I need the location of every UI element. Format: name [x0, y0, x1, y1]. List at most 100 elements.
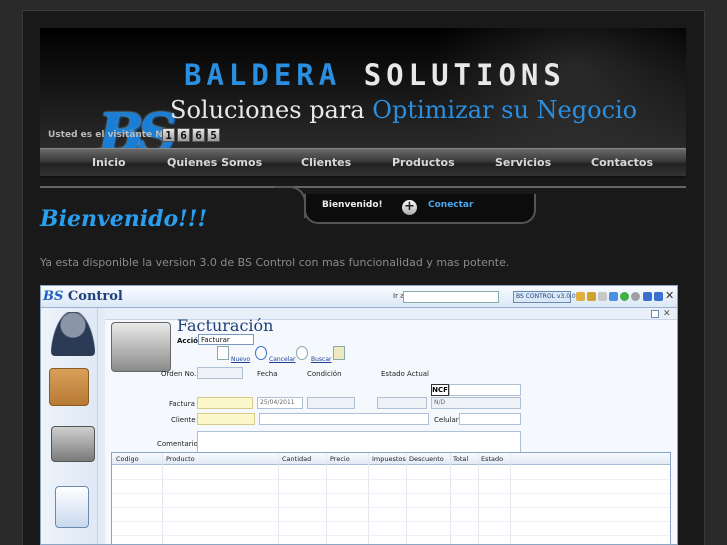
- visitor-label: Usted es el visitante No.: [48, 130, 173, 140]
- cliente-code-field[interactable]: [197, 413, 255, 425]
- counter-digit: 6: [177, 128, 190, 142]
- fecha-field[interactable]: 25/04/2011: [257, 397, 303, 409]
- connect-link[interactable]: Conectar: [428, 200, 473, 210]
- divider: [40, 186, 686, 188]
- visitor-counter: 1 6 6 5: [162, 128, 220, 142]
- help-icon[interactable]: [609, 292, 618, 301]
- tagline: Soluciones para Optimizar su Negocio: [170, 96, 637, 124]
- grid-column-line: [278, 453, 279, 544]
- grid-row-line: [112, 507, 670, 508]
- column-header: Estado: [481, 455, 504, 463]
- nav-item-clientes[interactable]: Clientes: [301, 149, 351, 177]
- welcome-label: Bienvenido!: [322, 200, 383, 210]
- column-header: Precio: [330, 455, 350, 463]
- fecha-label: Fecha: [257, 370, 278, 378]
- intro-text: Ya esta disponible la version 3.0 de BS …: [40, 256, 510, 269]
- condicion-label: Condición: [307, 370, 342, 378]
- nav-item-productos[interactable]: Productos: [392, 149, 455, 177]
- app-logo-bs: BS: [43, 289, 64, 304]
- accion-select[interactable]: Facturar: [198, 334, 254, 345]
- page-heading: Bienvenido!!!: [40, 206, 208, 232]
- comentario-label: Comentario: [157, 440, 198, 448]
- main-nav: Inicio Quienes Somos Clientes Productos …: [40, 148, 686, 178]
- tagline-part1: Soluciones para: [170, 96, 365, 124]
- condicion-select[interactable]: [307, 397, 355, 409]
- new-button[interactable]: Nuevo: [231, 356, 250, 363]
- plus-icon[interactable]: +: [402, 200, 417, 215]
- grid-row-line: [112, 535, 670, 536]
- grid-header: Codigo Producto Cantidad Precio Impuesto…: [112, 453, 670, 465]
- lock-icon[interactable]: [576, 292, 585, 301]
- column-header: Codigo: [116, 455, 139, 463]
- grid-row-line: [112, 479, 670, 480]
- search-button[interactable]: Buscar: [311, 356, 332, 363]
- user-icon[interactable]: [598, 292, 607, 301]
- grid-column-line: [510, 453, 511, 544]
- ncf-label: NCF: [431, 384, 449, 396]
- grid-row-line: [112, 521, 670, 522]
- lock-icon[interactable]: [587, 292, 596, 301]
- factura-label: Factura: [169, 400, 195, 408]
- column-header: Total: [453, 455, 469, 463]
- settings-icon[interactable]: [631, 292, 640, 301]
- grid-column-line: [478, 453, 479, 544]
- inventory-module-icon[interactable]: [49, 368, 89, 406]
- login-tab: Bienvenido! + Conectar: [274, 186, 536, 224]
- app-logo-text: Control: [67, 289, 123, 304]
- search-icon[interactable]: [296, 346, 308, 360]
- app-titlebar: BS Control Ir a: BS CONTROL v3.0.0.1 ✕: [41, 286, 677, 308]
- arrow-up-icon[interactable]: [654, 292, 663, 301]
- app-screenshot: BS Control Ir a: BS CONTROL v3.0.0.1 ✕ ✕…: [40, 285, 678, 545]
- orden-field[interactable]: [197, 367, 243, 379]
- cash-register-module-icon[interactable]: [51, 426, 95, 462]
- goto-select[interactable]: [403, 291, 499, 303]
- close-icon[interactable]: ✕: [665, 290, 674, 301]
- brand-title-part1: BALDERA: [184, 58, 342, 92]
- minimize-icon[interactable]: [651, 310, 659, 318]
- version-badge: BS CONTROL v3.0.0.1: [513, 291, 581, 303]
- invoice-panel: ✕ Facturación Acción Facturar Nuevo Canc…: [105, 308, 677, 544]
- tagline-part2: Optimizar su Negocio: [372, 96, 638, 124]
- ncf-type-select[interactable]: N/D: [431, 397, 521, 409]
- nav-item-quienes-somos[interactable]: Quienes Somos: [167, 149, 262, 177]
- bs-logo: BS: [68, 66, 177, 148]
- estado-label: Estado Actual: [381, 370, 429, 378]
- estado-field[interactable]: [377, 397, 427, 409]
- orden-label: Orden No.: [161, 370, 197, 378]
- site-banner: BS BALDERA SOLUTIONS Soluciones para Opt…: [40, 28, 686, 148]
- grid-column-line: [406, 453, 407, 544]
- column-header: Descuento: [409, 455, 444, 463]
- counter-digit: 5: [207, 128, 220, 142]
- nav-item-contactos[interactable]: Contactos: [591, 149, 653, 177]
- user-module-icon[interactable]: [51, 312, 95, 356]
- arrow-down-icon[interactable]: [643, 292, 652, 301]
- column-header: Impuestos: [372, 455, 406, 463]
- cash-register-image: [111, 322, 171, 372]
- invoice-lines-grid: Codigo Producto Cantidad Precio Impuesto…: [111, 452, 671, 544]
- app-logo: BS Control: [43, 289, 123, 304]
- nav-item-inicio[interactable]: Inicio: [92, 149, 126, 177]
- refresh-icon[interactable]: [620, 292, 629, 301]
- celular-field[interactable]: [459, 413, 521, 425]
- cancel-button[interactable]: Cancelar: [269, 356, 295, 363]
- ncf-field[interactable]: [449, 384, 521, 396]
- nav-item-servicios[interactable]: Servicios: [495, 149, 551, 177]
- brand-title: BALDERA SOLUTIONS: [184, 58, 566, 92]
- cliente-name-field[interactable]: [259, 413, 429, 425]
- app-sidebar: [41, 308, 105, 544]
- column-header: Producto: [166, 455, 195, 463]
- document-module-icon[interactable]: [55, 486, 89, 528]
- factura-field[interactable]: [197, 397, 253, 409]
- cancel-icon[interactable]: [255, 346, 267, 360]
- sidebar-scrollbar[interactable]: [97, 308, 105, 544]
- report-icon[interactable]: [333, 346, 345, 360]
- grid-row-line: [112, 493, 670, 494]
- grid-column-line: [450, 453, 451, 544]
- counter-digit: 6: [192, 128, 205, 142]
- close-icon[interactable]: ✕: [663, 309, 671, 319]
- column-header: Cantidad: [282, 455, 312, 463]
- grid-column-line: [326, 453, 327, 544]
- grid-column-line: [368, 453, 369, 544]
- new-document-icon[interactable]: [217, 346, 229, 360]
- grid-column-line: [162, 453, 163, 544]
